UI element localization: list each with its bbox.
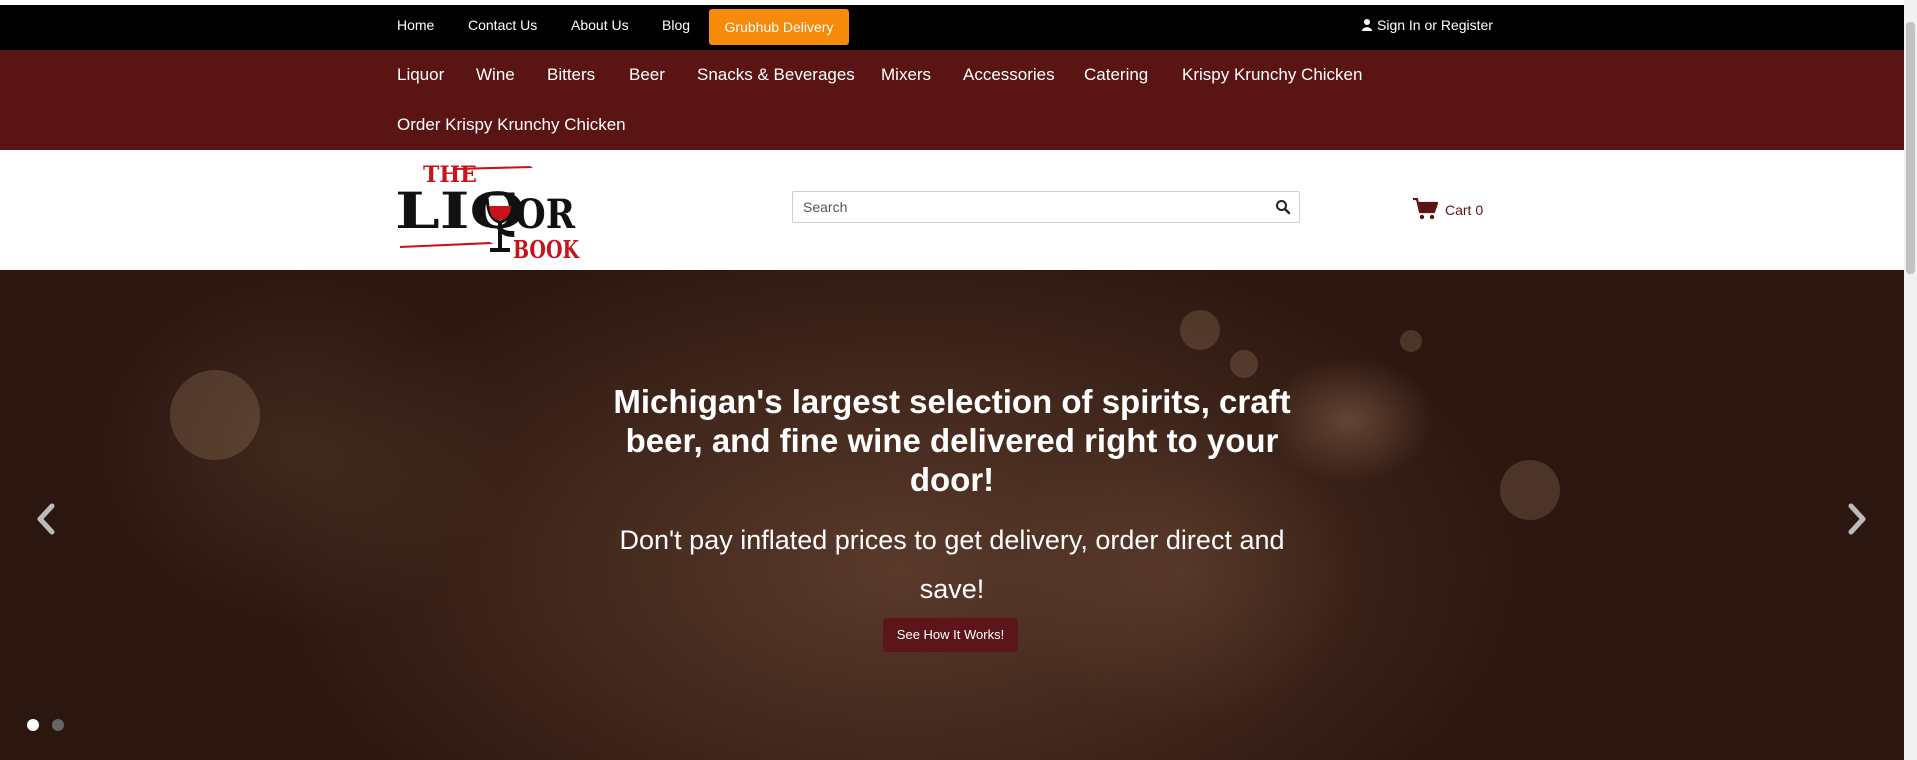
category-beer[interactable]: Beer [629,65,665,85]
hero-subtitle: Don't pay inflated prices to get deliver… [619,525,1285,604]
shopping-cart-icon [1413,197,1439,220]
scrollbar-thumb[interactable] [1906,22,1915,274]
cart-link[interactable]: Cart 0 [1413,197,1484,220]
category-liquor[interactable]: Liquor [397,65,444,85]
signin-register-link[interactable]: Sign In or Register [1362,17,1493,34]
nav-contact-link[interactable]: Contact Us [468,17,537,34]
carousel-dot-1[interactable] [27,719,39,731]
carousel-dot-2[interactable] [52,719,64,731]
cart-label: Cart 0 [1445,202,1484,218]
bokeh-light [1400,330,1422,352]
hero-title: Michigan's largest selection of spirits,… [613,383,1291,498]
site-logo[interactable]: THE LIQ OR BOOK [395,158,580,264]
bokeh-light [1180,310,1220,350]
liquor-book-logo: THE LIQ OR BOOK [395,162,580,264]
bokeh-light [170,370,260,460]
top-bar: Home Contact Us About Us Blog Grubhub De… [0,5,1904,50]
scrollbar[interactable] [1904,0,1917,760]
nav-home-link[interactable]: Home [397,17,434,34]
category-bitters[interactable]: Bitters [547,65,595,85]
user-icon [1362,19,1372,31]
bokeh-light [1230,350,1258,378]
svg-text:OR: OR [515,191,576,238]
category-mixers[interactable]: Mixers [881,65,931,85]
chevron-right-icon[interactable] [1846,502,1868,536]
search-input[interactable] [803,198,1253,216]
bokeh-light [1500,460,1560,520]
category-krispy-krunchy-chicken[interactable]: Krispy Krunchy Chicken [1182,65,1362,85]
search-box [792,191,1300,223]
chevron-left-icon[interactable] [35,502,57,536]
site-header: THE LIQ OR BOOK Search Cart 0 [0,150,1904,270]
see-how-it-works-button[interactable]: See How It Works! [883,618,1018,652]
svg-text:BOOK: BOOK [513,235,580,260]
category-order-krispy-krunchy-chicken[interactable]: Order Krispy Krunchy Chicken [397,115,626,135]
category-accessories[interactable]: Accessories [963,65,1055,85]
page: Home Contact Us About Us Blog Grubhub De… [0,0,1904,760]
category-wine[interactable]: Wine [476,65,515,85]
signin-label: Sign In or Register [1377,17,1493,33]
hero-carousel: Michigan's largest selection of spirits,… [0,270,1904,760]
grubhub-delivery-button[interactable]: Grubhub Delivery [709,9,849,45]
nav-blog-link[interactable]: Blog [662,17,690,34]
category-catering[interactable]: Catering [1084,65,1148,85]
nav-about-link[interactable]: About Us [571,17,629,34]
category-snacks-beverages[interactable]: Snacks & Beverages [697,65,855,85]
category-nav: Liquor Wine Bitters Beer Snacks & Bevera… [0,50,1904,150]
search-icon[interactable] [1275,199,1291,215]
